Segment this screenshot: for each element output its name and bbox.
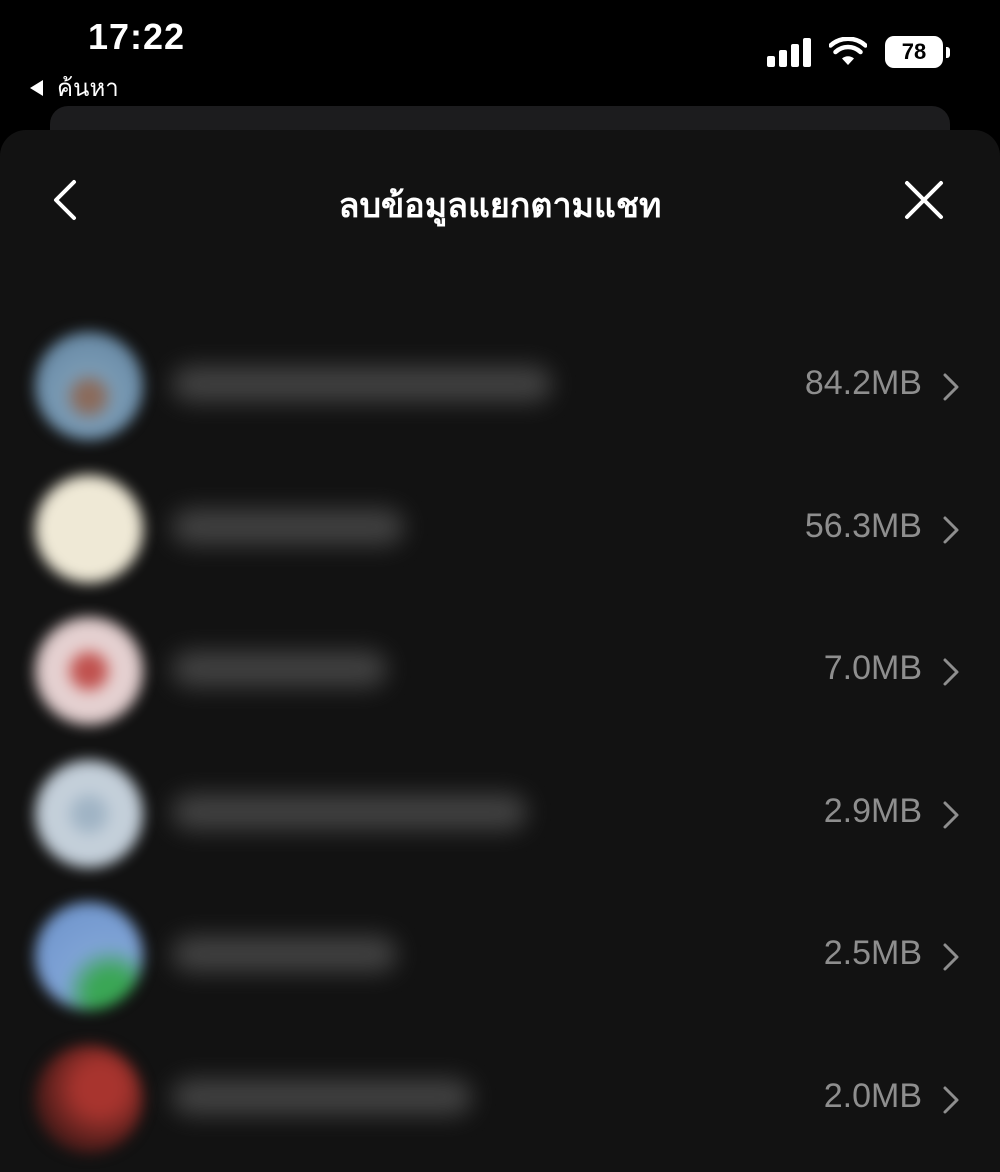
battery-level: 78 (885, 36, 943, 68)
battery-cap (946, 46, 950, 58)
chat-name-blurred (172, 936, 397, 972)
chat-row[interactable]: 56.3MB (0, 457, 1000, 600)
chevron-right-icon (943, 373, 959, 401)
chevron-right-icon (943, 801, 959, 828)
chat-size: 2.9MB (823, 791, 922, 830)
chevron-right-icon (943, 943, 959, 971)
status-time: 17:22 (88, 16, 186, 57)
chat-size: 84.2MB (804, 364, 922, 402)
chat-name-blurred (172, 508, 404, 545)
avatar (35, 474, 143, 583)
page-title: ลบข้อมูลแยกตามแชท (338, 187, 662, 225)
wifi-icon (829, 37, 867, 65)
chevron-right-icon (943, 516, 959, 543)
back-app-label: ค้นหา (57, 75, 119, 102)
back-to-app-button[interactable]: ค้นหา (30, 68, 119, 107)
avatar (35, 332, 143, 440)
avatar (35, 1044, 143, 1153)
chat-row[interactable]: 2.0MB (0, 1027, 1000, 1170)
chat-row[interactable]: 2.5MB (0, 884, 1000, 1027)
close-icon[interactable] (900, 176, 948, 224)
battery-indicator: 78 (885, 36, 950, 68)
chat-name-blurred (172, 793, 527, 830)
chat-size: 2.5MB (823, 934, 922, 972)
avatar (35, 617, 143, 725)
chat-name-blurred (172, 1078, 472, 1115)
chat-size: 56.3MB (804, 506, 922, 545)
delete-data-by-chat-sheet: ลบข้อมูลแยกตามแชท 84.2MB 56.3MB 7.0MB 2.… (0, 130, 1000, 1172)
chevron-right-icon (943, 658, 959, 686)
chevron-right-icon (943, 1086, 959, 1113)
chat-row[interactable]: 84.2MB (0, 314, 1000, 457)
chat-row[interactable]: 7.0MB (0, 599, 1000, 742)
chat-size: 2.0MB (823, 1076, 922, 1115)
chat-name-blurred (172, 651, 387, 687)
chat-row[interactable]: 2.9MB (0, 742, 1000, 885)
chat-size: 7.0MB (823, 649, 922, 687)
back-triangle-icon (30, 79, 43, 96)
cellular-signal-icon (767, 37, 811, 67)
status-indicators: 78 (767, 36, 950, 68)
chat-list: 84.2MB 56.3MB 7.0MB 2.9MB 2.5MB 2.0MB (0, 314, 1000, 1169)
screen: 17:22 ค้นหา 78 ลบข้อมูลแยกตามแชท 84.2MB … (0, 0, 1000, 1172)
sheet-header: ลบข้อมูลแยกตามแชท (0, 168, 1000, 232)
chat-name-blurred (172, 366, 552, 402)
avatar (35, 759, 143, 868)
avatar (35, 902, 143, 1010)
